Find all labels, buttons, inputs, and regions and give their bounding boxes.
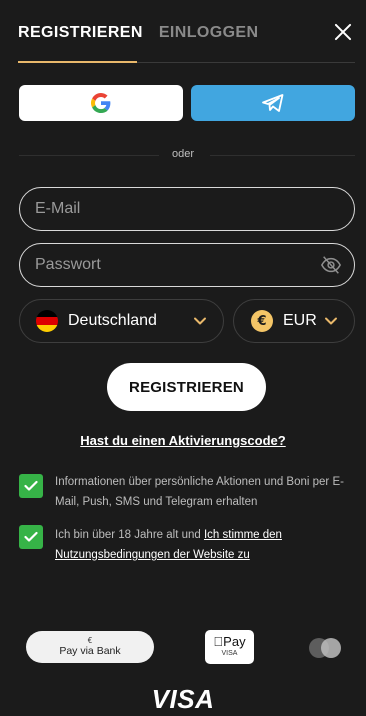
telegram-icon: [262, 94, 284, 112]
activation-code-link[interactable]: Hast du einen Aktivierungscode?: [0, 433, 366, 448]
mastercard-icon: [309, 638, 341, 658]
password-field-wrapper: [19, 243, 355, 287]
apple-pay-logo: Pay VISA: [205, 630, 254, 664]
age-consent-text: Ich bin über 18 Jahre alt und: [55, 529, 204, 541]
divider-right: [210, 155, 355, 156]
apple-pay-visa-label: VISA: [221, 650, 238, 657]
chevron-down-icon: [194, 317, 206, 325]
register-button[interactable]: REGISTRIEREN: [107, 363, 266, 411]
country-value: Deutschland: [68, 312, 157, 329]
tab-login[interactable]: EINLOGGEN: [159, 24, 259, 42]
check-icon: [24, 531, 38, 542]
email-field[interactable]: [20, 188, 305, 230]
marketing-consent-text: Informationen über persönliche Aktionen …: [55, 476, 344, 508]
apple-pay-label: Pay: [218, 634, 245, 649]
eye-off-icon[interactable]: [320, 254, 342, 276]
age-terms-consent: Ich bin über 18 Jahre alt und Ich stimme…: [55, 525, 351, 565]
auth-tabs: REGISTRIEREN EINLOGGEN: [18, 24, 258, 42]
pay-via-bank-label: Pay via Bank: [59, 645, 121, 657]
country-select[interactable]: Deutschland: [19, 299, 224, 343]
bank-euro-mark: €: [87, 636, 93, 645]
visa-logo: VISA: [151, 684, 215, 714]
telegram-login-button[interactable]: [191, 85, 355, 121]
active-tab-indicator: [18, 61, 137, 63]
marketing-checkbox[interactable]: [19, 474, 43, 498]
tab-register[interactable]: REGISTRIEREN: [18, 24, 143, 42]
currency-select[interactable]: € EUR: [233, 299, 355, 343]
pay-via-bank-logo: € Pay via Bank: [26, 631, 154, 663]
germany-flag-icon: [36, 310, 58, 332]
currency-value: EUR: [283, 312, 317, 329]
chevron-down-icon: [325, 317, 337, 325]
google-icon: [91, 93, 111, 113]
apple-icon: : [213, 634, 223, 649]
google-login-button[interactable]: [19, 85, 183, 121]
euro-icon: €: [251, 310, 273, 332]
password-field[interactable]: [20, 244, 305, 286]
divider-text: oder: [171, 148, 195, 160]
age-terms-checkbox[interactable]: [19, 525, 43, 549]
check-icon: [24, 480, 38, 491]
close-icon[interactable]: [331, 20, 355, 44]
email-field-wrapper: [19, 187, 355, 231]
